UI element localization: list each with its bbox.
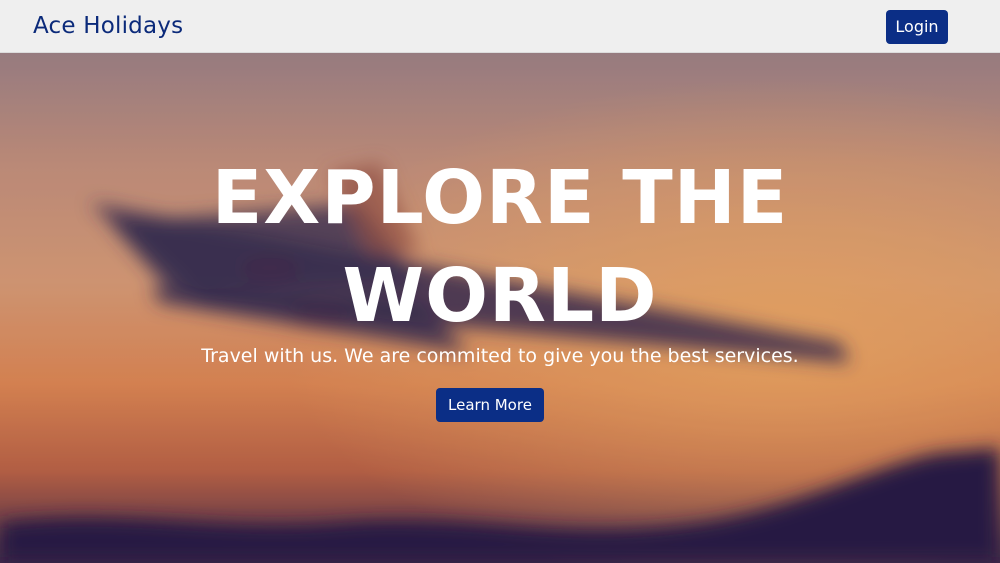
hero-title-line-1: EXPLORE THE bbox=[211, 155, 789, 241]
login-button[interactable]: Login bbox=[886, 10, 948, 44]
learn-more-button[interactable]: Learn More bbox=[436, 388, 544, 422]
brand-logo-text[interactable]: Ace Holidays bbox=[33, 11, 183, 41]
hero-subtitle: Travel with us. We are commited to give … bbox=[201, 345, 799, 367]
navbar: Ace Holidays Login bbox=[0, 0, 1000, 53]
hero-section: EXPLORE THE WORLD Travel with us. We are… bbox=[0, 53, 1000, 563]
hero-title-line-2: WORLD bbox=[342, 253, 658, 339]
hero-title: EXPLORE THE WORLD bbox=[0, 149, 1000, 345]
